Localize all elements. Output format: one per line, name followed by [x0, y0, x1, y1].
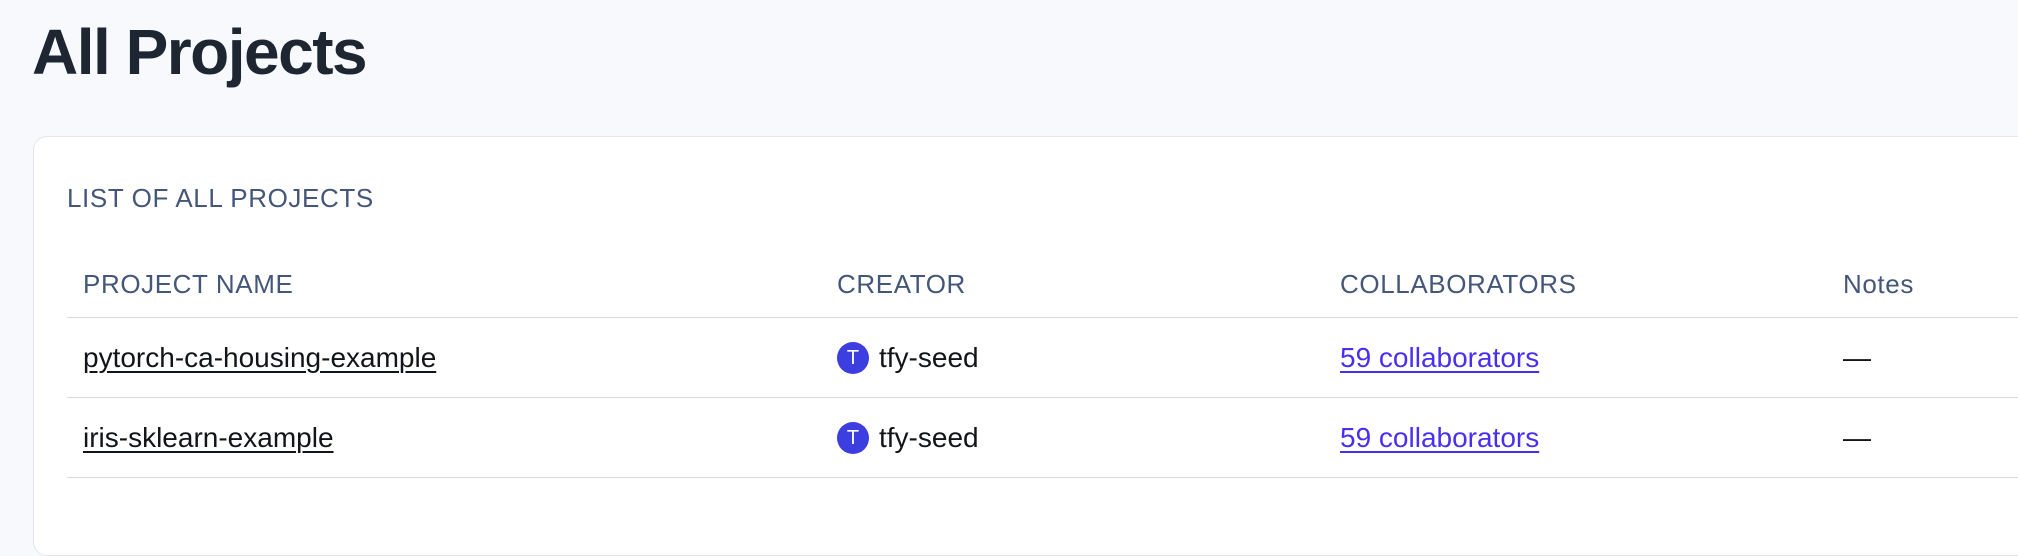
- creator: T tfy-seed: [837, 341, 1324, 374]
- page-title: All Projects: [32, 16, 368, 88]
- card-heading: LIST OF ALL PROJECTS: [67, 183, 374, 213]
- creator: T tfy-seed: [837, 421, 1324, 454]
- notes-cell: —: [1827, 317, 2018, 398]
- avatar: T: [837, 421, 869, 454]
- table-header-row: PROJECT NAME CREATOR COLLABORATORS Notes: [67, 251, 2018, 318]
- project-name-cell: iris-sklearn-example: [67, 397, 821, 478]
- collaborators-cell: 59 collaborators: [1324, 317, 1827, 398]
- collaborators-cell: 59 collaborators: [1324, 397, 1827, 478]
- project-name-cell: pytorch-ca-housing-example: [67, 317, 821, 398]
- creator-name: tfy-seed: [879, 341, 979, 373]
- collaborators-link[interactable]: 59 collaborators: [1340, 422, 1539, 453]
- table-row: iris-sklearn-example T tfy-seed 59 colla…: [67, 397, 2018, 478]
- collaborators-link[interactable]: 59 collaborators: [1340, 342, 1539, 373]
- avatar: T: [837, 341, 869, 374]
- projects-card: LIST OF ALL PROJECTS PROJECT NAME CREATO…: [33, 136, 2018, 556]
- table-row: pytorch-ca-housing-example T tfy-seed 59…: [67, 317, 2018, 398]
- projects-table: PROJECT NAME CREATOR COLLABORATORS Notes…: [67, 251, 2018, 478]
- creator-name: tfy-seed: [879, 421, 979, 453]
- column-header-creator: CREATOR: [821, 251, 1324, 318]
- creator-cell: T tfy-seed: [821, 397, 1324, 478]
- column-header-notes: Notes: [1827, 251, 2018, 318]
- project-link[interactable]: iris-sklearn-example: [83, 422, 334, 453]
- notes-cell: —: [1827, 397, 2018, 478]
- column-header-project-name: PROJECT NAME: [67, 251, 821, 318]
- column-header-collaborators: COLLABORATORS: [1324, 251, 1827, 318]
- notes-value: —: [1843, 341, 1871, 373]
- creator-cell: T tfy-seed: [821, 317, 1324, 398]
- notes-value: —: [1843, 421, 1871, 453]
- project-link[interactable]: pytorch-ca-housing-example: [83, 342, 436, 373]
